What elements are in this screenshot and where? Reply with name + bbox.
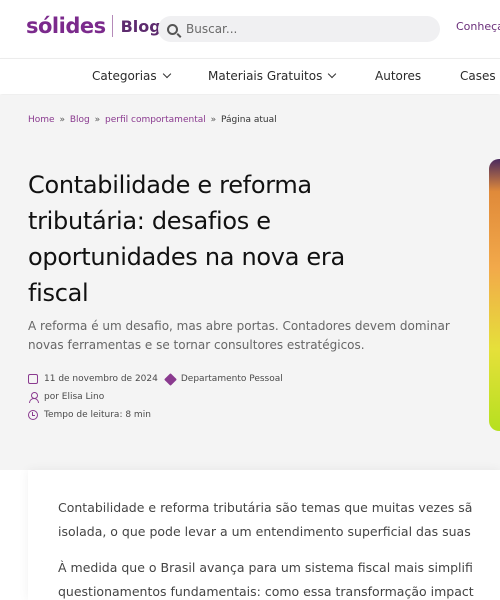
nav-item-label: Autores [375,69,422,83]
breadcrumb-home[interactable]: Home [28,115,55,125]
main-nav: Categorias Materiais Gratuitos Autores C… [0,58,500,94]
breadcrumb-blog[interactable]: Blog [70,115,90,125]
user-icon [28,392,39,403]
article-paragraph-line: Contabilidade e reforma tributária são t… [58,500,473,515]
article-subtitle: A reforma é um desafio, mas abre portas.… [28,319,450,352]
article-paragraph-line: À medida que o Brasil avança para um sis… [58,560,473,575]
article-paragraph-line: questionamentos fundamentais: como essa … [58,584,474,599]
site-logo[interactable]: sólides Blog [26,14,161,38]
article-category[interactable]: Departamento Pessoal [181,374,283,384]
site-header: sólides Blog Conheça [0,0,500,58]
nav-item-categorias[interactable]: Categorias [92,69,171,83]
breadcrumb-separator: » [94,115,101,125]
tag-icon [164,372,177,386]
clock-icon [28,410,38,420]
breadcrumb-separator: » [59,115,65,125]
breadcrumb-category[interactable]: perfil comportamental [105,115,206,125]
article-hero: Home » Blog » perfil comportamental » Pá… [0,95,500,470]
nav-item-cases[interactable]: Cases e [460,69,500,83]
article-author[interactable]: por Elisa Lino [44,392,104,402]
chevron-down-icon [162,69,171,79]
search-icon [167,23,178,35]
conheca-link[interactable]: Conheça [456,20,500,33]
nav-item-autores[interactable]: Autores [375,69,421,83]
nav-item-materiais-gratuitos[interactable]: Materiais Gratuitos [208,69,337,83]
chevron-down-icon [328,69,337,79]
nav-item-label: Categorias [92,69,157,83]
article-meta-reading-time: Tempo de leitura: 8 min [28,410,151,420]
article-paragraph-line: isolada, o que pode levar a um entendime… [58,524,471,539]
nav-item-label: Cases e [460,69,500,83]
calendar-edit-icon [28,374,38,384]
logo-section-label: Blog [120,16,161,36]
nav-item-label: Materiais Gratuitos [208,69,323,83]
search-input[interactable] [186,22,426,36]
breadcrumb: Home » Blog » perfil comportamental » Pá… [28,115,277,125]
article-title: Contabilidade e reforma tributária: desa… [28,171,345,307]
article-meta-author: por Elisa Lino [28,392,104,403]
search-bar[interactable] [158,16,440,42]
reading-time: Tempo de leitura: 8 min [44,410,151,420]
breadcrumb-separator: » [210,115,217,125]
article-date: 11 de novembro de 2024 [44,374,158,384]
hero-image [489,159,500,431]
logo-divider [111,15,113,37]
logo-wordmark: sólides [26,14,106,38]
article-meta-date-category: 11 de novembro de 2024 Departamento Pess… [28,372,283,386]
breadcrumb-current: Página atual [221,115,277,125]
article-body: Contabilidade e reforma tributária são t… [28,470,500,600]
